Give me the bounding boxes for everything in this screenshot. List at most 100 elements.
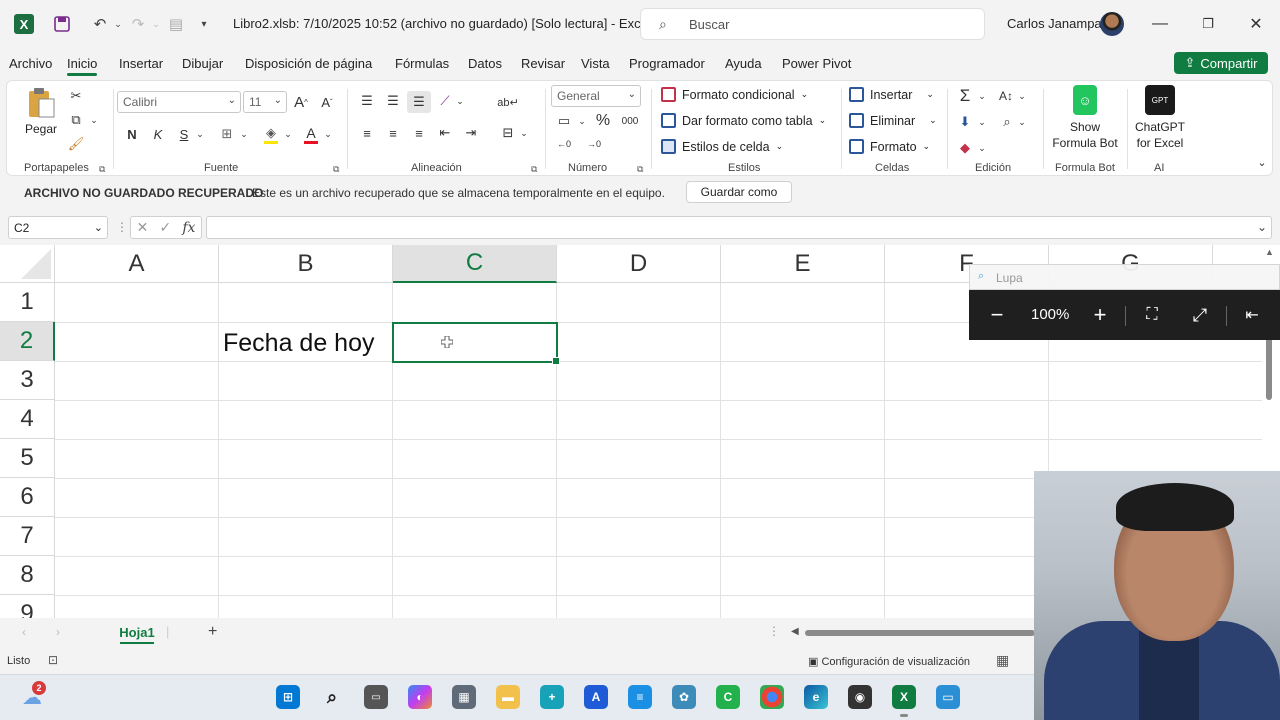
row-header-8[interactable]: 8 xyxy=(0,556,55,595)
copy-icon[interactable]: ⧉ xyxy=(67,111,85,129)
cancel-entry-icon[interactable]: ✕ xyxy=(137,219,149,236)
menu-archivo[interactable]: Archivo xyxy=(9,56,52,71)
row-header-6[interactable]: 6 xyxy=(0,478,55,517)
font-launcher-icon[interactable]: ⧉ xyxy=(333,164,339,175)
remote-desktop-icon[interactable]: ▭ xyxy=(936,685,960,709)
redo-icon[interactable]: ↷ xyxy=(128,14,148,34)
merge-dropdown-icon[interactable]: ⌄ xyxy=(519,123,529,143)
orientation-dropdown-icon[interactable]: ⌄ xyxy=(455,91,465,111)
cell-b2[interactable]: Fecha de hoy xyxy=(223,329,375,358)
column-header-c[interactable]: C xyxy=(393,245,557,283)
menu-disposicion[interactable]: Disposición de página xyxy=(245,56,372,71)
increase-indent-icon[interactable]: ⇥ xyxy=(461,123,481,143)
align-middle-icon[interactable]: ☰ xyxy=(383,91,403,111)
row-header-4[interactable]: 4 xyxy=(0,400,55,439)
copilot-icon[interactable]: ◐ xyxy=(408,685,432,709)
zoom-out-button[interactable]: − xyxy=(983,302,1011,328)
save-as-button[interactable]: Guardar como xyxy=(686,181,792,203)
menu-datos[interactable]: Datos xyxy=(468,56,502,71)
percent-icon[interactable]: % xyxy=(593,111,613,131)
prev-sheet-icon[interactable]: ‹ xyxy=(22,625,26,639)
borders-icon[interactable]: ⊞ xyxy=(217,123,237,145)
delete-cells-button[interactable]: Eliminar ⌄ xyxy=(849,113,937,128)
collapse-magnifier-icon[interactable]: ⇤ xyxy=(1238,302,1266,328)
menu-vista[interactable]: Vista xyxy=(581,56,610,71)
align-right-icon[interactable]: ≡ xyxy=(409,123,429,143)
font-color-icon[interactable]: A xyxy=(301,123,321,145)
excel-taskbar-icon[interactable]: X xyxy=(892,685,916,717)
accounting-dropdown-icon[interactable]: ⌄ xyxy=(577,111,587,131)
camtasia-icon[interactable]: C xyxy=(716,685,740,709)
autosum-icon[interactable]: Σ xyxy=(955,85,975,107)
increase-decimal-icon[interactable]: ←0 xyxy=(553,135,575,153)
sheet-tab-hoja1[interactable]: Hoja1 xyxy=(112,618,162,646)
customize-toolbar-icon[interactable]: ▾ xyxy=(194,14,214,34)
menu-ayuda[interactable]: Ayuda xyxy=(725,56,762,71)
row-header-9[interactable]: 9 xyxy=(0,595,55,618)
expand-formula-icon[interactable]: ⌄ xyxy=(1257,220,1267,234)
row-header-3[interactable]: 3 xyxy=(0,361,55,400)
font-name-combo[interactable]: Calibri ⌄ xyxy=(117,91,241,113)
accessibility-icon[interactable]: ⊡ xyxy=(48,653,58,667)
increase-font-icon[interactable]: A ^ xyxy=(291,91,311,113)
find-select-icon[interactable]: ⌕ xyxy=(997,111,1017,133)
expand-icon[interactable]: ⤢ xyxy=(1186,302,1214,328)
menu-insertar[interactable]: Insertar xyxy=(119,56,163,71)
edge-icon[interactable]: e xyxy=(804,685,828,709)
column-header-e[interactable]: E xyxy=(721,245,885,283)
fill-icon[interactable]: ⬇ xyxy=(955,111,975,133)
obs-icon[interactable]: ◉ xyxy=(848,685,872,709)
alignment-launcher-icon[interactable]: ⧉ xyxy=(531,164,537,175)
underline-dropdown-icon[interactable]: ⌄ xyxy=(195,123,205,145)
insert-function-icon[interactable]: fx xyxy=(182,220,195,236)
align-center-icon[interactable]: ≡ xyxy=(383,123,403,143)
column-header-a[interactable]: A xyxy=(55,245,219,283)
orientation-icon[interactable]: ⟋ xyxy=(435,91,455,111)
format-as-table-button[interactable]: Dar formato como tabla ⌄ xyxy=(661,113,826,128)
sort-dropdown-icon[interactable]: ⌄ xyxy=(1017,85,1027,107)
active-cell-c2[interactable] xyxy=(392,322,560,365)
zoom-in-button[interactable]: + xyxy=(1086,302,1114,328)
thousands-separator-icon[interactable]: 000 xyxy=(619,111,641,131)
name-box[interactable]: C2 ⌄ xyxy=(8,216,108,239)
align-top-icon[interactable]: ☰ xyxy=(357,91,377,111)
undo-dropdown-icon[interactable]: ⌄ xyxy=(108,14,128,34)
bold-button[interactable]: N xyxy=(123,123,141,145)
row-header-5[interactable]: 5 xyxy=(0,439,55,478)
formula-bot-button[interactable]: Show Formula Bot xyxy=(1049,119,1121,151)
merge-center-icon[interactable]: ⊟ xyxy=(497,123,519,143)
minimize-icon[interactable]: — xyxy=(1148,12,1172,36)
chatgpt-button[interactable]: ChatGPT for Excel xyxy=(1127,119,1193,151)
search-box[interactable]: ⌕ Buscar xyxy=(640,8,985,40)
clipboard-launcher-icon[interactable]: ⧉ xyxy=(99,164,105,175)
magnifier-titlebar[interactable]: ⌕ Lupa xyxy=(969,264,1280,290)
decrease-decimal-icon[interactable]: →0 xyxy=(583,135,605,153)
fill-dropdown-icon[interactable]: ⌄ xyxy=(977,111,987,133)
scroll-up-icon[interactable]: ▲ xyxy=(1265,247,1274,257)
next-sheet-icon[interactable]: › xyxy=(56,625,60,639)
decrease-font-icon[interactable]: Aˇ xyxy=(317,91,337,113)
share-button[interactable]: ⇪ Compartir xyxy=(1174,52,1268,74)
format-cells-button[interactable]: Formato ⌄ xyxy=(849,139,930,154)
tab-splitter-icon[interactable]: ⋮ xyxy=(768,624,780,638)
chrome-icon[interactable] xyxy=(760,685,784,709)
avatar[interactable] xyxy=(1100,12,1124,36)
wrap-text-icon[interactable]: ab↵ xyxy=(497,91,519,113)
number-format-combo[interactable]: General ⌄ xyxy=(551,85,641,107)
font-color-dropdown-icon[interactable]: ⌄ xyxy=(323,123,333,145)
find-dropdown-icon[interactable]: ⌄ xyxy=(1017,111,1027,133)
menu-power-pivot[interactable]: Power Pivot xyxy=(782,56,851,71)
view-mode-icon[interactable]: ⛶ xyxy=(1138,302,1166,328)
chatgpt-icon[interactable]: GPT xyxy=(1145,85,1175,115)
italic-button[interactable]: K xyxy=(149,123,167,145)
collapse-ribbon-icon[interactable]: ⌄ xyxy=(1255,155,1269,169)
notepad-icon[interactable]: ≡ xyxy=(628,685,652,709)
start-icon[interactable]: ⊞ xyxy=(276,685,300,709)
formula-bot-icon[interactable]: ☺ xyxy=(1073,85,1097,115)
autosum-dropdown-icon[interactable]: ⌄ xyxy=(977,85,987,107)
clear-dropdown-icon[interactable]: ⌄ xyxy=(977,137,987,159)
horizontal-scroll-thumb[interactable] xyxy=(805,630,1035,636)
borders-dropdown-icon[interactable]: ⌄ xyxy=(239,123,249,145)
menu-inicio[interactable]: Inicio xyxy=(67,56,98,76)
app-icon[interactable]: + xyxy=(540,685,564,709)
